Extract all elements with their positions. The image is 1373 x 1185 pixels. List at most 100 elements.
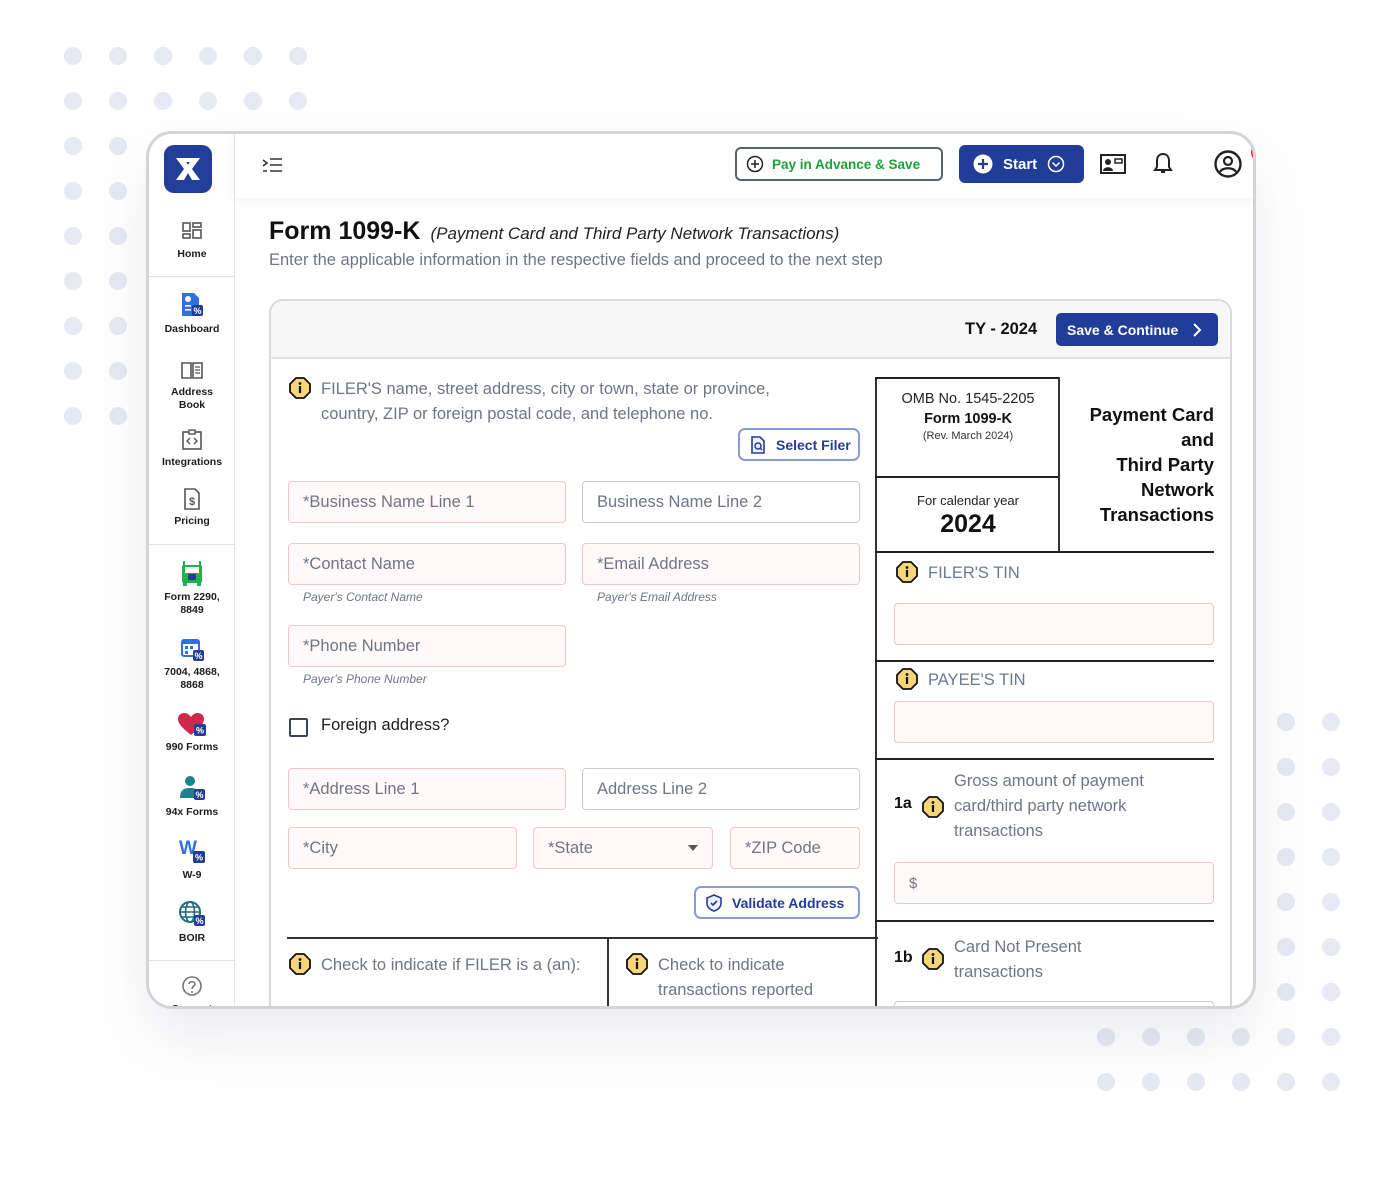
- sidebar-item-home[interactable]: Home: [149, 220, 235, 261]
- sidebar: Home % Dashboard Address Book Integratio…: [149, 134, 235, 1006]
- sidebar-divider: [149, 276, 235, 277]
- phone-number-input[interactable]: *Phone Number: [288, 625, 566, 667]
- box-1a-amount-input[interactable]: $: [894, 862, 1214, 904]
- info-icon[interactable]: [922, 796, 944, 818]
- top-bar: Pay in Advance & Save Start 33: [235, 134, 1253, 198]
- sidebar-label: Dashboard: [164, 323, 220, 335]
- plus-circle-icon: [973, 154, 993, 174]
- heart-icon: %: [178, 713, 206, 736]
- zip-code-input[interactable]: *ZIP Code: [730, 827, 860, 869]
- payees-tin-input[interactable]: [894, 701, 1214, 743]
- sidebar-label: 7004, 4868, 8868: [164, 666, 220, 691]
- info-icon[interactable]: [896, 668, 918, 690]
- sidebar-item-integrations[interactable]: Integrations: [149, 428, 235, 469]
- pay-in-advance-button[interactable]: Pay in Advance & Save: [735, 147, 943, 181]
- sidebar-item-boir[interactable]: % BOIR: [149, 900, 235, 945]
- svg-text:%: %: [195, 790, 203, 800]
- sidebar-item-extensions[interactable]: % 7004, 4868, 8868: [149, 636, 235, 691]
- svg-text:%: %: [194, 651, 202, 661]
- contact-name-input[interactable]: *Contact Name: [288, 543, 566, 585]
- filers-tin-input[interactable]: [894, 603, 1214, 645]
- sidebar-item-94x-forms[interactable]: % 94x Forms: [149, 774, 235, 819]
- decorative-dots-left: [64, 137, 154, 452]
- sidebar-item-pricing[interactable]: $ Pricing: [149, 487, 235, 528]
- sidebar-divider: [149, 544, 235, 545]
- app-window: Home % Dashboard Address Book Integratio…: [146, 131, 1256, 1009]
- filer-section-label: FILER'S name, street address, city or to…: [289, 377, 829, 427]
- city-input[interactable]: *City: [288, 827, 517, 869]
- sidebar-item-address-book[interactable]: Address Book: [149, 358, 235, 411]
- document-search-icon: [751, 435, 765, 454]
- tin-divider: [875, 758, 1214, 760]
- email-address-input[interactable]: *Email Address: [582, 543, 860, 585]
- box-1b-label: Card Not Present transactions: [922, 935, 1122, 985]
- dropdown-caret-icon: [688, 845, 698, 851]
- section-divider-vertical: [607, 937, 609, 1006]
- payees-tin-label: PAYEE'S TIN: [896, 668, 1026, 693]
- form-box-title: Payment Card and Third Party Network Tra…: [1089, 404, 1214, 525]
- email-helper: Payer's Email Address: [597, 590, 717, 604]
- start-button[interactable]: Start: [959, 145, 1084, 183]
- profile-button[interactable]: [1214, 150, 1242, 178]
- sidebar-item-form-2290[interactable]: Form 2290, 8849: [149, 559, 235, 616]
- page-title: Form 1099-K (Payment Card and Third Part…: [269, 217, 839, 246]
- menu-toggle-icon[interactable]: [262, 156, 284, 174]
- select-filer-button[interactable]: Select Filer: [738, 428, 860, 461]
- address-line1-input[interactable]: *Address Line 1: [288, 768, 566, 810]
- address-line2-input[interactable]: Address Line 2: [582, 768, 860, 810]
- tax-year-label: TY - 2024: [965, 320, 1038, 338]
- calendar-year-value: 2024: [940, 510, 996, 538]
- sidebar-label: 990 Forms: [165, 741, 219, 753]
- help-icon: [182, 976, 202, 996]
- notifications-button[interactable]: [1149, 150, 1177, 178]
- svg-text:%: %: [196, 726, 204, 736]
- sidebar-label: W-9: [182, 869, 202, 881]
- info-icon[interactable]: [289, 377, 311, 399]
- contact-name-helper: Payer's Contact Name: [303, 590, 423, 604]
- chevron-right-icon: [1193, 322, 1202, 337]
- sidebar-label: Integrations: [161, 456, 223, 468]
- form-title-description: (Payment Card and Third Party Network Tr…: [430, 224, 840, 243]
- business-name-line1-input[interactable]: *Business Name Line 1: [288, 481, 566, 523]
- contact-card-button[interactable]: [1099, 150, 1127, 178]
- svg-text:%: %: [195, 853, 203, 863]
- info-icon[interactable]: [289, 953, 311, 975]
- save-continue-button[interactable]: Save & Continue: [1056, 313, 1218, 346]
- form-title: Form 1099-K: [269, 217, 421, 245]
- sidebar-divider: [149, 960, 235, 961]
- sidebar-item-990-forms[interactable]: % 990 Forms: [149, 711, 235, 754]
- sidebar-label: BOIR: [178, 932, 206, 944]
- box-1b-amount-input[interactable]: [894, 1001, 1214, 1006]
- plus-circle-icon: [746, 155, 764, 173]
- header-bottom-line: [875, 551, 1214, 553]
- info-icon[interactable]: [626, 953, 648, 975]
- sidebar-label: Home: [177, 248, 207, 260]
- globe-icon: %: [179, 901, 205, 926]
- check-filer-type-label: Check to indicate if FILER is a (an):: [289, 953, 589, 978]
- box-1a-number: 1a: [894, 795, 912, 812]
- info-icon[interactable]: [896, 561, 918, 583]
- dashboard-doc-icon: %: [182, 293, 203, 316]
- check-transactions-label: Check to indicate transactions reported: [626, 953, 866, 1003]
- sidebar-item-dashboard[interactable]: % Dashboard: [149, 291, 235, 336]
- w9-icon: W%: [179, 838, 205, 863]
- foreign-address-checkbox[interactable]: [289, 718, 308, 737]
- decorative-dots-bottom: [1097, 1028, 1367, 1118]
- calendar-year-block: For calendar year 2024: [877, 493, 1059, 539]
- business-name-line2-input[interactable]: Business Name Line 2: [582, 481, 860, 523]
- state-select[interactable]: *State: [533, 827, 713, 869]
- info-icon[interactable]: [922, 948, 944, 970]
- omb-box-divider: [875, 476, 1059, 478]
- filers-tin-label: FILER'S TIN: [896, 561, 1020, 586]
- omb-block: OMB No. 1545-2205 Form 1099-K (Rev. Marc…: [877, 391, 1059, 442]
- box-divider: [875, 920, 1214, 922]
- omb-number: OMB No. 1545-2205: [901, 391, 1035, 407]
- sidebar-item-support[interactable]: Support: [149, 975, 235, 1006]
- truck-icon: [182, 561, 202, 586]
- sidebar-item-w9[interactable]: W% W-9: [149, 837, 235, 882]
- box-1b-number: 1b: [894, 949, 913, 966]
- calendar-icon: %: [181, 639, 204, 661]
- validate-address-button[interactable]: Validate Address: [694, 886, 860, 919]
- app-logo[interactable]: [164, 145, 212, 193]
- chevron-down-circle-icon: [1047, 155, 1065, 173]
